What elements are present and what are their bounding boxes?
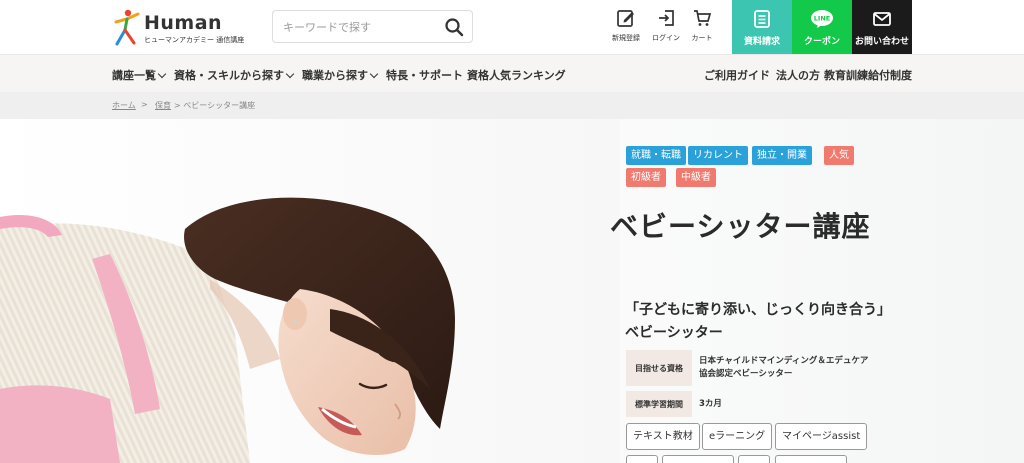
nav-training-benefit[interactable]: 教育訓練給付制度 [824, 67, 912, 83]
coupon-label: クーポン [803, 37, 840, 47]
feature-elearning: eラーニング [702, 423, 773, 450]
login-label: ログイン [652, 34, 680, 42]
breadcrumb-home[interactable]: ホーム [112, 100, 136, 111]
course-hero: 就職・転職 リカレント 独立・開業 人気 初級者 中級者 ベビーシッター講座 「… [0, 119, 1024, 463]
nav-user-guide[interactable]: ご利用ガイド [704, 67, 770, 83]
login-arrow-icon [659, 10, 674, 26]
tag-job-change: 就職・転職 [626, 146, 686, 165]
feature-chip [626, 455, 658, 463]
signup-label: 新規登録 [612, 34, 640, 42]
line-badge-text: LINE [814, 15, 830, 23]
contact-button[interactable]: お問い合わせ [852, 0, 912, 54]
cart-label: カート [691, 34, 713, 42]
site-header: Human ヒューマンアカデミー 通信講座 新規登録 ログイン カート [0, 0, 1024, 54]
nav-features-support-label: 特長・サポート [386, 69, 463, 82]
line-chat-icon: LINE [811, 10, 833, 28]
catchphrase-line-2: ベビーシッター [625, 325, 723, 341]
breadcrumb-childcare[interactable]: 保育 [155, 100, 171, 111]
brochure-label: 資料請求 [743, 37, 780, 47]
search-box [272, 10, 473, 43]
nav-search-by-job[interactable]: 職業から探す [302, 67, 379, 83]
nav-ranking[interactable]: 資格人気ランキング [467, 67, 566, 83]
tag-intermediate: 中級者 [676, 168, 716, 187]
nav-ranking-label: 資格人気ランキング [467, 69, 566, 82]
nav-corporate[interactable]: 法人の方 [776, 67, 820, 83]
human-figure-logo-icon [114, 9, 140, 46]
info-label-certification: 目指せる資格 [626, 350, 692, 386]
contact-label: お問い合わせ [854, 37, 909, 47]
breadcrumb-current: > ベビーシッター講座 [174, 101, 256, 110]
coupon-button[interactable]: LINE クーポン [792, 0, 852, 54]
feature-mypage-assist: マイページassist [775, 423, 868, 450]
feature-chip [738, 455, 770, 463]
tag-beginner: 初級者 [626, 168, 666, 187]
course-catchphrase: 「子どもに寄り添い、じっくり向き合う」 ベビーシッター [625, 299, 891, 345]
babysitter-hero-photo [0, 119, 620, 463]
tag-independent: 独立・開業 [752, 146, 812, 165]
tag-recurrent: リカレント [688, 146, 748, 165]
nav-features-support[interactable]: 特長・サポート [386, 67, 463, 83]
course-title: ベビーシッター講座 [610, 210, 871, 243]
nav-course-list[interactable]: 講座一覧 [112, 67, 167, 83]
feature-text-materials: テキスト教材 [626, 423, 700, 450]
logo-wordmark: Human [144, 12, 223, 34]
nav-search-by-skill[interactable]: 資格・スキルから探す [174, 67, 295, 83]
search-input[interactable] [283, 18, 433, 36]
info-label-study-period: 標準学習期間 [626, 391, 692, 417]
breadcrumb: ホーム > 保育 > ベビーシッター講座 [0, 92, 1024, 119]
edit-pencil-icon [617, 10, 634, 27]
login-link[interactable]: ログイン [646, 8, 686, 48]
feature-chip [775, 455, 847, 463]
mail-envelope-icon [873, 12, 891, 26]
catchphrase-line-1: 「子どもに寄り添い、じっくり向き合う」 [625, 302, 891, 318]
info-value-study-period: 3カ月 [699, 398, 722, 409]
cart-link[interactable]: カート [682, 8, 722, 48]
nav-course-list-label: 講座一覧 [112, 69, 156, 82]
brochure-request-button[interactable]: 資料請求 [732, 0, 792, 54]
search-icon[interactable] [444, 17, 464, 37]
chevron-down-icon [285, 69, 295, 79]
chevron-down-icon [369, 69, 379, 79]
global-nav: 講座一覧 資格・スキルから探す 職業から探す 特長・サポート 資格人気ランキング… [0, 54, 1024, 92]
breadcrumb-separator: > [141, 100, 148, 109]
feature-chip [662, 455, 734, 463]
document-list-icon [754, 10, 770, 28]
chevron-down-icon [157, 69, 167, 79]
cart-icon [694, 10, 712, 26]
certification-line-2: 協会認定ベビーシッター [699, 369, 793, 379]
nav-search-by-skill-label: 資格・スキルから探す [174, 69, 284, 82]
nav-search-by-job-label: 職業から探す [302, 69, 368, 82]
human-logo[interactable]: Human ヒューマンアカデミー 通信講座 [112, 8, 244, 48]
signup-link[interactable]: 新規登録 [606, 8, 646, 48]
info-value-certification: 日本チャイルドマインディング＆エデュケア 協会認定ベビーシッター [699, 350, 868, 386]
tag-popular: 人気 [824, 146, 854, 165]
logo-subtitle: ヒューマンアカデミー 通信講座 [144, 36, 245, 44]
certification-line-1: 日本チャイルドマインディング＆エデュケア [699, 356, 869, 366]
